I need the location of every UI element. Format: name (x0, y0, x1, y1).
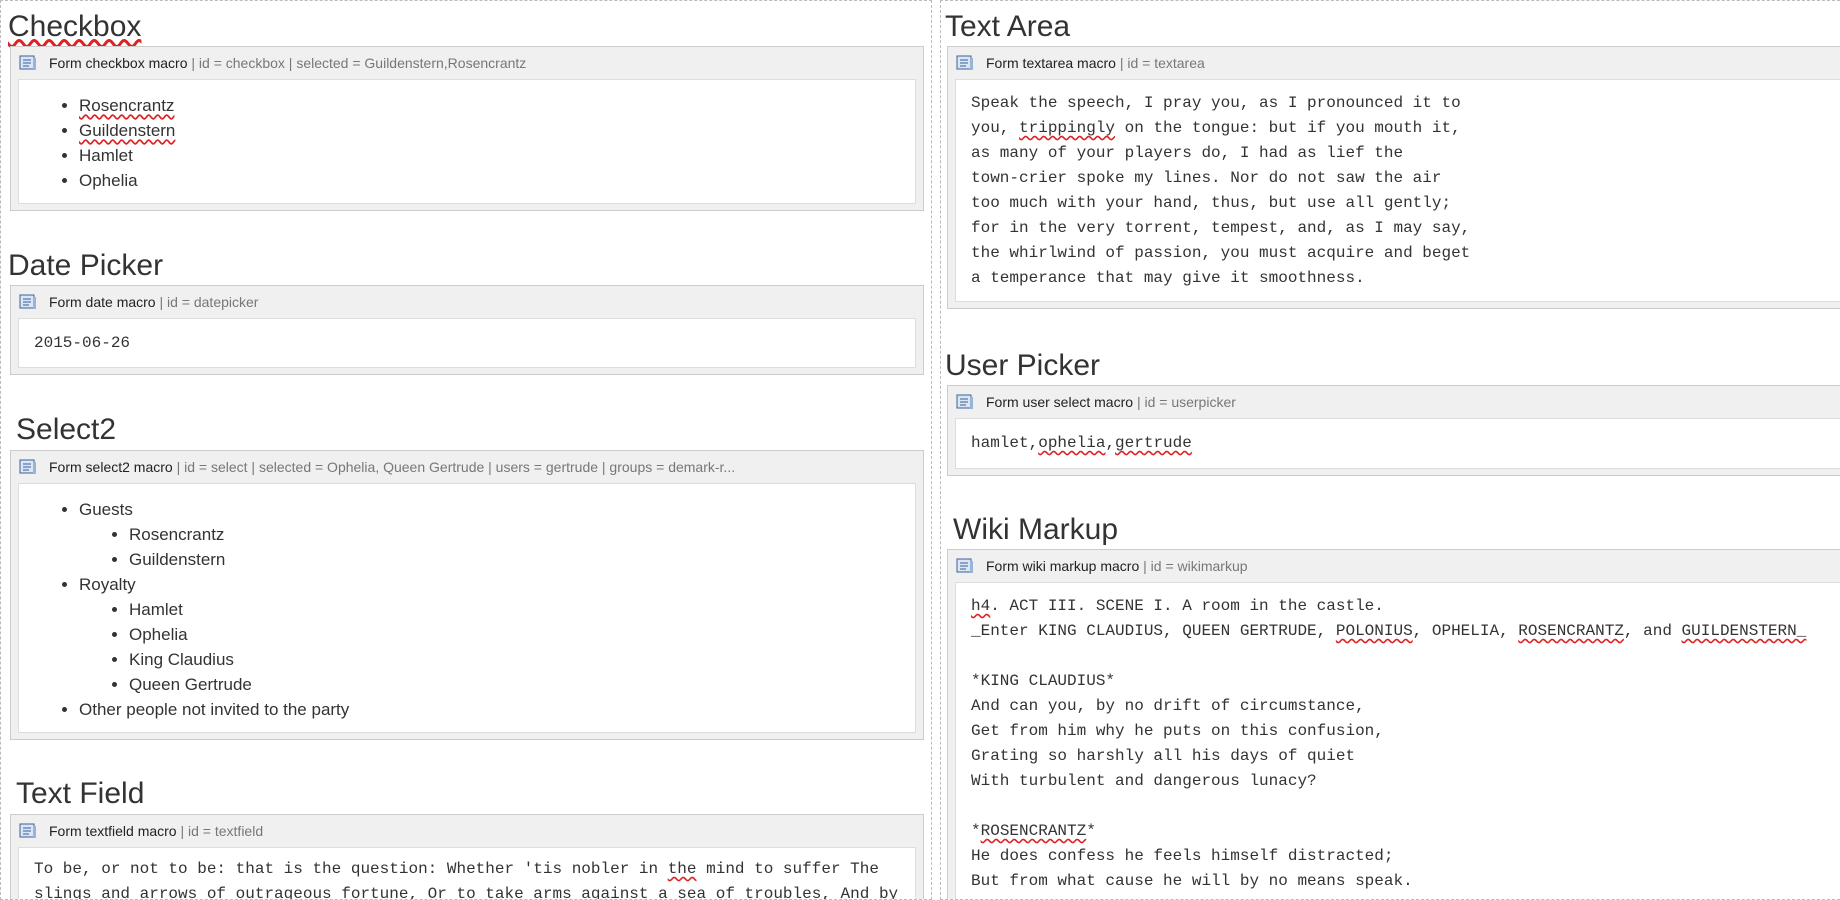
macro-params: | id = datepicker (159, 294, 259, 310)
select2-macro[interactable]: Form select2 macro | id = select | selec… (10, 450, 924, 740)
macro-name: Form select2 macro (49, 459, 173, 475)
macro-params: | id = textarea (1119, 55, 1205, 71)
select2-group: Royalty Hamlet Ophelia King Claudius Que… (79, 572, 915, 697)
userpicker-macro[interactable]: Form user select macro | id = userpicker… (947, 385, 1840, 476)
checkbox-macro[interactable]: Form checkbox macro | id = checkbox | se… (10, 46, 924, 211)
select2-option[interactable]: Hamlet (129, 597, 915, 622)
textarea-value[interactable]: Speak the speech, I pray you, as I prono… (956, 80, 1840, 301)
select2-option[interactable]: Queen Gertrude (129, 672, 915, 697)
checkbox-section: Checkbox (8, 10, 141, 44)
left-column: Checkbox Form checkbox macro | id = chec… (0, 0, 932, 900)
userpicker-title: User Picker (945, 349, 1101, 382)
macro-header: Form select2 macro | id = select | selec… (11, 451, 923, 483)
wikimarkup-macro[interactable]: Form wiki markup macro | id = wikimarkup… (947, 549, 1840, 899)
macro-icon (19, 55, 36, 70)
textarea-title: Text Area (945, 10, 1071, 43)
wikimarkup-body[interactable]: h4. ACT III. SCENE I. A room in the cast… (955, 582, 1840, 899)
userpicker-value[interactable]: hamlet,ophelia,gertrude (956, 419, 1840, 468)
select2-option[interactable]: Other people not invited to the party (79, 697, 915, 722)
select2-section: Select2 (16, 413, 116, 447)
select2-option[interactable]: Ophelia (129, 622, 915, 647)
macro-header: Form textfield macro | id = textfield (11, 815, 923, 847)
macro-icon (956, 394, 973, 409)
macro-icon (19, 294, 36, 309)
textfield-value[interactable]: To be, or not to be: that is the questio… (19, 848, 915, 899)
datepicker-macro[interactable]: Form date macro | id = datepicker 2015-0… (10, 285, 924, 375)
wikimarkup-value[interactable]: h4. ACT III. SCENE I. A room in the cast… (956, 583, 1840, 899)
date-value[interactable]: 2015-06-26 (19, 319, 915, 367)
macro-params: | id = select | selected = Ophelia, Quee… (176, 459, 736, 475)
datepicker-body[interactable]: 2015-06-26 (18, 318, 916, 368)
macro-icon (19, 459, 36, 474)
textarea-section: Text Area (945, 10, 1070, 44)
textfield-section: Text Field (16, 777, 144, 811)
checkbox-item[interactable]: Hamlet (79, 143, 915, 168)
macro-icon (19, 823, 36, 838)
macro-icon (956, 55, 973, 70)
textarea-macro[interactable]: Form textarea macro | id = textarea Spea… (947, 46, 1840, 309)
select2-body: Guests Rosencrantz Guildenstern Royalty … (18, 483, 916, 733)
macro-header: Form wiki markup macro | id = wikimarkup (948, 550, 1840, 582)
macro-header: Form user select macro | id = userpicker (948, 386, 1840, 418)
checkbox-item[interactable]: Rosencrantz (79, 93, 915, 118)
select2-group: Guests Rosencrantz Guildenstern (79, 497, 915, 572)
select2-list: Guests Rosencrantz Guildenstern Royalty … (19, 497, 915, 722)
userpicker-body[interactable]: hamlet,ophelia,gertrude (955, 418, 1840, 469)
macro-name: Form wiki markup macro (986, 558, 1140, 574)
wikimarkup-title: Wiki Markup (953, 513, 1119, 546)
textfield-body[interactable]: To be, or not to be: that is the questio… (18, 847, 916, 899)
macro-params: | id = userpicker (1136, 394, 1236, 410)
macro-params: | id = textfield (180, 823, 264, 839)
macro-params: | id = checkbox | selected = Guildenster… (191, 55, 527, 71)
textarea-body[interactable]: Speak the speech, I pray you, as I prono… (955, 79, 1840, 302)
checkbox-list: Rosencrantz Guildenstern Hamlet Ophelia (19, 93, 915, 193)
macro-name: Form date macro (49, 294, 156, 310)
datepicker-section: Date Picker (8, 249, 163, 283)
macro-header: Form checkbox macro | id = checkbox | se… (11, 47, 923, 79)
right-column: Text Area Form textarea macro | id = tex… (940, 0, 1840, 900)
datepicker-title: Date Picker (8, 249, 164, 282)
userpicker-section: User Picker (945, 349, 1100, 383)
macro-header: Form date macro | id = datepicker (11, 286, 923, 318)
textfield-macro[interactable]: Form textfield macro | id = textfield To… (10, 814, 924, 899)
select2-option[interactable]: Guildenstern (129, 547, 915, 572)
macro-name: Form checkbox macro (49, 55, 188, 71)
wikimarkup-section: Wiki Markup (953, 513, 1118, 547)
macro-name: Form textarea macro (986, 55, 1116, 71)
checkbox-item[interactable]: Ophelia (79, 168, 915, 193)
checkbox-title: Checkbox (8, 10, 142, 43)
macro-name: Form textfield macro (49, 823, 177, 839)
checkbox-item[interactable]: Guildenstern (79, 118, 915, 143)
checkbox-list-body: Rosencrantz Guildenstern Hamlet Ophelia (18, 79, 916, 204)
macro-name: Form user select macro (986, 394, 1134, 410)
select2-option[interactable]: King Claudius (129, 647, 915, 672)
macro-params: | id = wikimarkup (1143, 558, 1248, 574)
macro-header: Form textarea macro | id = textarea (948, 47, 1840, 79)
select2-option[interactable]: Rosencrantz (129, 522, 915, 547)
textfield-title: Text Field (16, 777, 145, 810)
select2-title: Select2 (16, 413, 117, 446)
macro-icon (956, 558, 973, 573)
